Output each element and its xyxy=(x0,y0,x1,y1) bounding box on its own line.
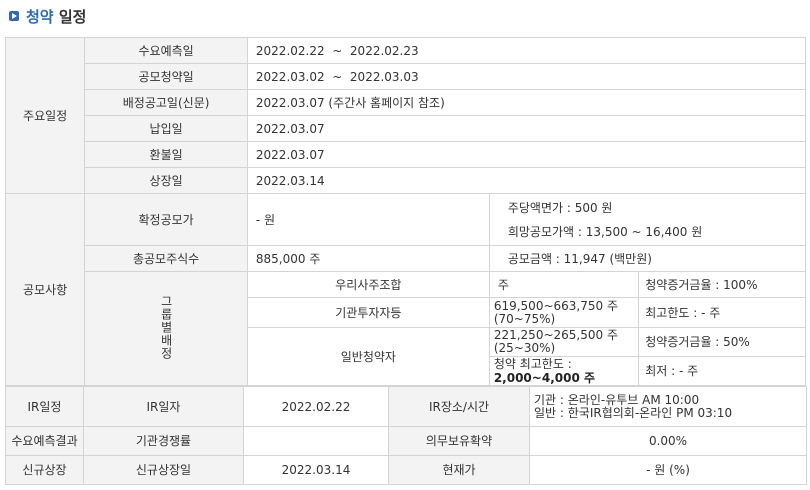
schedule-table: 주요일정 수요예측일 2022.02.22 ~ 2022.02.23 공모청약일… xyxy=(4,37,807,386)
group-retail-info: 청약증거금율 : 50% xyxy=(638,327,806,357)
group-institution-info: 최고한도 : - 주 xyxy=(638,297,806,328)
value-subscription-date: 2022.03.02 ~ 2022.03.03 xyxy=(246,63,807,90)
section-header: 청약 일정 xyxy=(0,0,810,34)
value-ir-date: 2022.02.22 xyxy=(243,386,389,427)
category-ir: IR일정 xyxy=(5,386,84,427)
arrow-bullet-icon xyxy=(9,11,19,21)
price-info: 주당액면가 : 500 원 희망공모가액 : 13,500 ~ 16,400 원 xyxy=(488,193,807,246)
label-fixed-price: 확정공모가 xyxy=(84,193,248,246)
label-demand-forecast: 수요예측일 xyxy=(84,37,248,64)
ir-table: IR일정 IR일자 2022.02.22 IR장소/시간 기관 : 온라인-유투… xyxy=(5,386,807,485)
category-demand-result: 수요예측결과 xyxy=(5,426,84,456)
group-institution-shares: 619,500~663,750 주 (70~75%) xyxy=(488,297,640,328)
label-competition: 기관경쟁률 xyxy=(83,426,244,456)
value-total-shares: 885,000 주 xyxy=(246,245,490,272)
value-current-price: - 원 (%) xyxy=(529,455,807,485)
par-value: 주당액면가 : 500 원 xyxy=(507,200,613,215)
value-listing-date: 2022.03.14 xyxy=(246,167,807,194)
category-main-schedule: 주요일정 xyxy=(4,37,86,194)
group-employee-info: 청약증거금율 : 100% xyxy=(638,271,806,298)
group-retail-shares: 221,250~265,500 주 (25~30%) xyxy=(488,327,640,357)
label-total-shares: 총공모주식수 xyxy=(84,245,248,272)
label-refund-date: 환불일 xyxy=(84,141,248,168)
group-retail-limit: 청약 최고한도 : 2,000~4,000 주 xyxy=(488,356,640,386)
label-payment-date: 납입일 xyxy=(84,115,248,142)
group-employee-shares: 주 xyxy=(488,271,640,298)
section-title: 청약 일정 xyxy=(26,8,87,26)
label-current-price: 현재가 xyxy=(388,455,530,485)
group-institution-name: 기관투자자등 xyxy=(246,297,490,328)
value-refund-date: 2022.03.07 xyxy=(246,141,807,168)
value-new-listing-date: 2022.03.14 xyxy=(243,455,389,485)
label-listing-date: 상장일 xyxy=(84,167,248,194)
category-offering: 공모사항 xyxy=(4,193,86,386)
label-new-listing-date: 신규상장일 xyxy=(83,455,244,485)
group-employee-name: 우리사주조합 xyxy=(246,271,490,298)
value-ir-place: 기관 : 온라인-유투브 AM 10:00 일반 : 한국IR협의회-온라인 P… xyxy=(529,386,807,427)
value-fixed-price: - 원 xyxy=(246,193,490,246)
value-payment-date: 2022.03.07 xyxy=(246,115,807,142)
group-retail-name: 일반청약자 xyxy=(246,327,490,386)
value-allocation-notice: 2022.03.07 (주간사 홈페이지 참조) xyxy=(246,89,807,116)
group-retail-min: 최저 : - 주 xyxy=(638,356,806,386)
label-ir-date: IR일자 xyxy=(83,386,244,427)
value-demand-forecast: 2022.02.22 ~ 2022.02.23 xyxy=(246,37,807,64)
hope-price: 희망공모가액 : 13,500 ~ 16,400 원 xyxy=(507,224,703,239)
label-lockup: 의무보유확약 xyxy=(388,426,530,456)
label-ir-place: IR장소/시간 xyxy=(388,386,530,427)
total-amount: 공모금액 : 11,947 (백만원) xyxy=(488,245,807,272)
value-competition xyxy=(243,426,389,456)
label-subscription-date: 공모청약일 xyxy=(84,63,248,90)
category-new-listing: 신규상장 xyxy=(5,455,84,485)
label-allocation-notice: 배정공고일(신문) xyxy=(84,89,248,116)
label-group-allocation: 그룹별배정 xyxy=(84,271,248,386)
value-lockup: 0.00% xyxy=(529,426,807,456)
